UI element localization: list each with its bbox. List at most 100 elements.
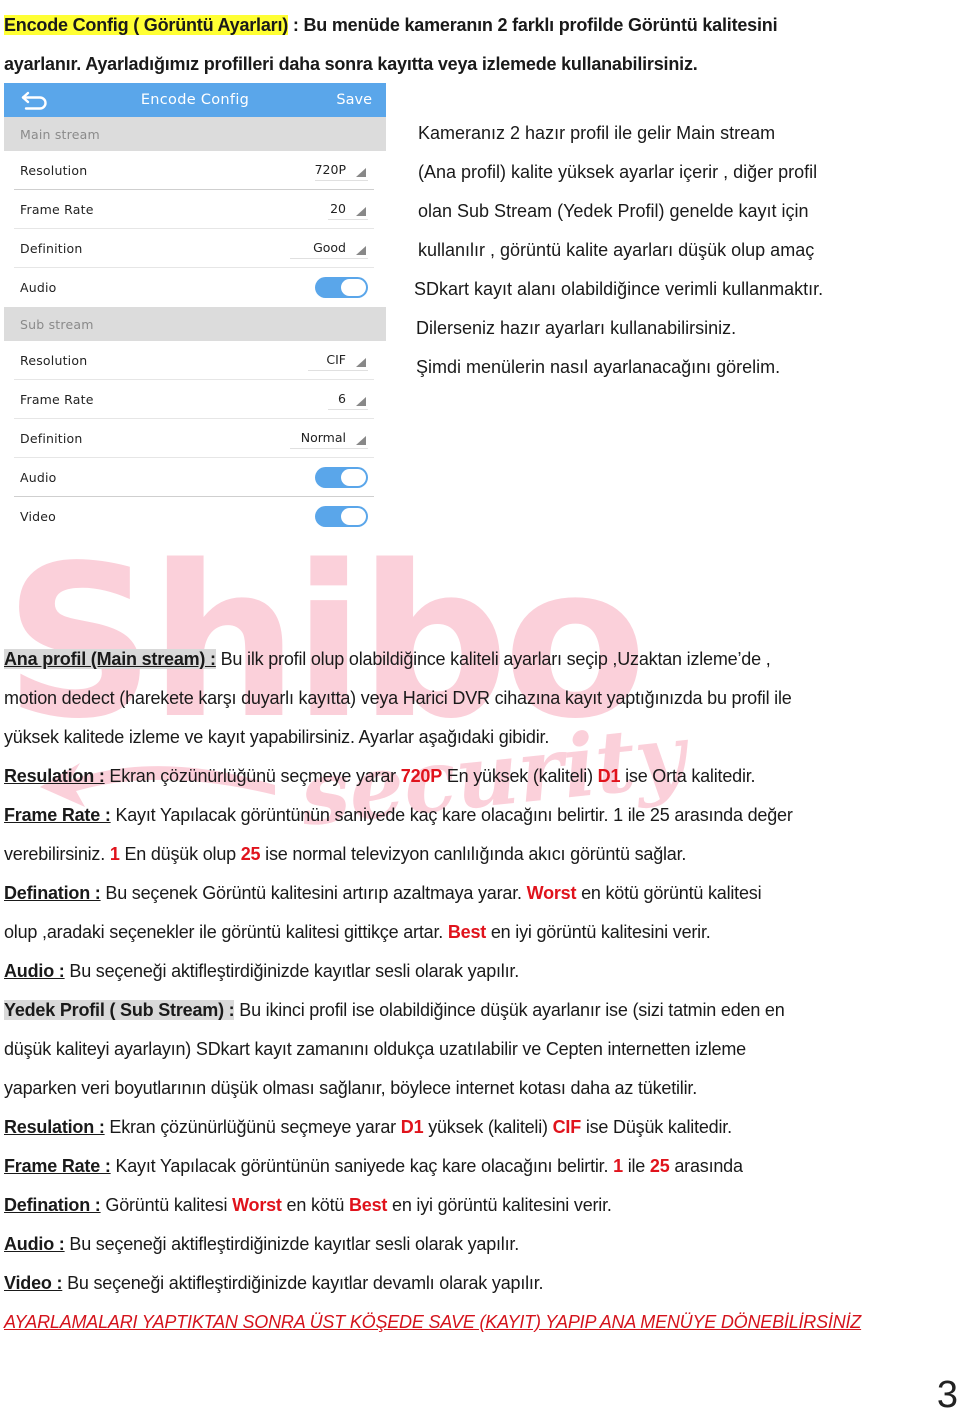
main-definition-desc-2: olup ,aradaki seçenekler ile görüntü kal…: [4, 913, 954, 952]
sub-profile-line3: yaparken veri boyutlarının düşük olması …: [4, 1078, 697, 1098]
term-label: Resulation :: [4, 766, 105, 786]
sub-resolution-value: CIF: [326, 352, 346, 367]
sub-definition-select[interactable]: Normal: [290, 427, 368, 449]
main-frame-rate-select[interactable]: 20: [328, 198, 368, 220]
main-frame-rate-desc-2: verebilirsiniz. 1 En düşük olup 25 ise n…: [4, 835, 954, 874]
side-line: kullanılır , görüntü kalite ayarları düş…: [418, 240, 815, 260]
term-label: Audio :: [4, 1234, 65, 1254]
sub-frame-rate-label: Frame Rate: [20, 392, 94, 407]
sub-profile-heading: Yedek Profil ( Sub Stream) :: [4, 1000, 235, 1020]
term-label: Frame Rate :: [4, 1156, 111, 1176]
dropdown-triangle-icon: [356, 358, 366, 367]
text: olup ,aradaki seçenekler ile görüntü kal…: [4, 922, 448, 942]
main-resolution-select[interactable]: 720P: [314, 159, 368, 181]
text: Bu ikinci profil ise olabildiğince düşük…: [234, 1000, 785, 1020]
red-term: D1: [400, 1117, 424, 1137]
dropdown-triangle-icon: [356, 207, 366, 216]
red-term: Best: [447, 922, 487, 942]
main-profile-intro: Ana profil (Main stream) : Bu ilk profil…: [4, 640, 954, 679]
main-resolution-label: Resolution: [20, 163, 88, 178]
main-audio-label: Audio: [20, 280, 57, 295]
sub-audio-toggle[interactable]: [315, 467, 368, 488]
main-definition-value: Good: [313, 240, 346, 255]
intro-line2: ayarlanır. Ayarladığımız profilleri daha…: [4, 54, 698, 74]
intro: Encode Config ( Görüntü Ayarları) : Bu m…: [4, 6, 954, 84]
text: Bu seçeneği aktifleştirdiğinizde kayıtla…: [64, 1234, 520, 1254]
sub-video-row: Video: [14, 497, 374, 536]
sub-resolution-select[interactable]: CIF: [308, 349, 368, 371]
sub-profile-line2: düşük kaliteyi ayarlayın) SDkart kayıt z…: [4, 1039, 746, 1059]
red-term: 25: [240, 844, 261, 864]
text: Bu seçenek Görüntü kalitesini artırıp az…: [100, 883, 527, 903]
side-line: olan Sub Stream (Yedek Profil) genelde k…: [418, 201, 809, 221]
term-label: Resulation :: [4, 1117, 105, 1137]
red-term: Best: [348, 1195, 388, 1215]
sub-profile-intro: Yedek Profil ( Sub Stream) : Bu ikinci p…: [4, 991, 954, 1030]
side-line: SDkart kayıt alanı olabildiğince verimli…: [414, 279, 824, 299]
text: yüksek (kaliteli): [423, 1117, 553, 1137]
main-definition-label: Definition: [20, 241, 83, 256]
main-frame-rate-row[interactable]: Frame Rate 20: [14, 190, 374, 229]
toggle-knob: [341, 279, 366, 296]
toggle-knob: [341, 469, 366, 486]
main-profile-line3: yüksek kalitede izleme ve kayıt yapabili…: [4, 727, 550, 747]
sub-video-label: Video: [20, 509, 57, 524]
dropdown-triangle-icon: [356, 397, 366, 406]
dropdown-triangle-icon: [356, 246, 366, 255]
page-number: 3: [936, 1374, 958, 1414]
sub-video-toggle[interactable]: [315, 506, 368, 527]
main-profile-heading: Ana profil (Main stream) :: [4, 649, 216, 669]
main-definition-select[interactable]: Good: [290, 237, 368, 259]
sub-audio-desc: Audio : Bu seçeneği aktifleştirdiğinizde…: [4, 1225, 954, 1264]
red-term: Worst: [526, 883, 577, 903]
red-term: 1: [109, 844, 120, 864]
main-audio-row: Audio: [14, 268, 374, 307]
text: Ekran çözünürlüğünü seçmeye yarar: [104, 1117, 401, 1137]
main-profile-line2: motion dedect (harekete karşı duyarlı ka…: [4, 688, 792, 708]
sub-definition-value: Normal: [300, 430, 346, 445]
text: verebilirsiniz.: [4, 844, 110, 864]
dropdown-triangle-icon: [356, 168, 366, 177]
text: En yüksek (kaliteli): [442, 766, 598, 786]
main-audio-toggle[interactable]: [315, 277, 368, 298]
save-warning: AYARLAMALARI YAPTIKTAN SONRA ÜST KÖŞEDE …: [4, 1312, 862, 1332]
sub-definition-label: Definition: [20, 431, 83, 446]
toggle-knob: [341, 508, 366, 525]
sub-definition-desc: Defination : Görüntü kalitesi Worst en k…: [4, 1186, 954, 1225]
red-term: D1: [597, 766, 621, 786]
term-label: Audio :: [4, 961, 65, 981]
text: en iyi görüntü kalitesini verir.: [486, 922, 711, 942]
sub-audio-label: Audio: [20, 470, 57, 485]
side-line: Şimdi menülerin nasıl ayarlanacağını gör…: [416, 357, 781, 377]
term-label: Defination :: [4, 1195, 101, 1215]
side-line: (Ana profil) kalite yüksek ayarlar içeri…: [418, 162, 818, 182]
term-label: Defination :: [4, 883, 101, 903]
side-line: Dilerseniz hazır ayarları kullanabilirsi…: [416, 318, 737, 338]
side-explanation: Kameranız 2 hazır profil ile gelir Main …: [414, 114, 934, 387]
sub-frame-rate-value: 6: [338, 391, 346, 406]
save-button[interactable]: Save: [336, 92, 372, 108]
term-label: Frame Rate :: [4, 805, 111, 825]
text: Kayıt Yapılacak görüntünün saniyede kaç …: [110, 1156, 614, 1176]
red-term: 1: [613, 1156, 623, 1176]
sub-frame-rate-row[interactable]: Frame Rate 6: [14, 380, 374, 419]
sub-resolution-row[interactable]: Resolution CIF: [14, 341, 374, 380]
red-term: CIF: [552, 1117, 582, 1137]
red-term: Worst: [232, 1195, 282, 1215]
term-label: Video :: [4, 1273, 63, 1293]
main-definition-row[interactable]: Definition Good: [14, 229, 374, 268]
red-term: 25: [649, 1156, 670, 1176]
main-frame-rate-label: Frame Rate: [20, 202, 94, 217]
main-resolution-desc: Resulation : Ekran çözünürlüğünü seçmeye…: [4, 757, 954, 796]
text: Ekran çözünürlüğünü seçmeye yarar: [104, 766, 401, 786]
body-text: Ana profil (Main stream) : Bu ilk profil…: [4, 640, 954, 1342]
sub-video-desc: Video : Bu seçeneği aktifleştirdiğinizde…: [4, 1264, 954, 1303]
sub-frame-rate-desc: Frame Rate : Kayıt Yapılacak görüntünün …: [4, 1147, 954, 1186]
sub-resolution-desc: Resulation : Ekran çözünürlüğünü seçmeye…: [4, 1108, 954, 1147]
text: Bu ilk profil olup olabildiğince kalitel…: [215, 649, 771, 669]
text: En düşük olup: [119, 844, 241, 864]
sub-frame-rate-select[interactable]: 6: [328, 388, 368, 410]
main-resolution-row[interactable]: Resolution 720P: [14, 151, 374, 190]
app-title: Encode Config: [140, 92, 250, 108]
sub-definition-row[interactable]: Definition Normal: [14, 419, 374, 458]
